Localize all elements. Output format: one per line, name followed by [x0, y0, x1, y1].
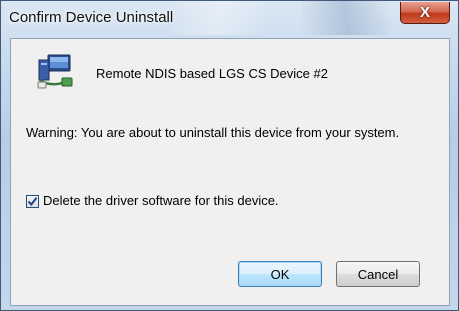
checkmark-icon: [27, 197, 38, 207]
delete-driver-label[interactable]: Delete the driver software for this devi…: [43, 193, 279, 208]
cancel-button[interactable]: Cancel: [336, 261, 420, 287]
network-adapter-icon: [35, 54, 75, 90]
window-title: Confirm Device Uninstall: [9, 9, 174, 26]
ok-button[interactable]: OK: [238, 261, 322, 287]
dialog-window: Confirm Device Uninstall X Remote NDIS b…: [0, 0, 459, 311]
device-name: Remote NDIS based LGS CS Device #2: [96, 66, 328, 81]
close-button[interactable]: X: [400, 2, 450, 24]
warning-message: Warning: You are about to uninstall this…: [26, 125, 400, 140]
close-icon: X: [419, 4, 430, 21]
delete-driver-checkbox[interactable]: [26, 195, 39, 208]
dialog-body: Remote NDIS based LGS CS Device #2 Warni…: [10, 38, 450, 306]
